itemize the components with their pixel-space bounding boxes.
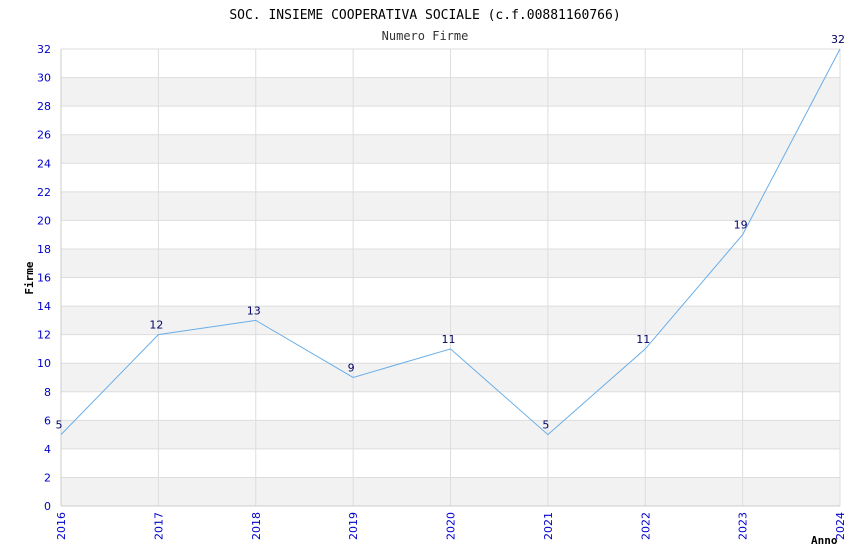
x-tick-label: 2018: [250, 512, 263, 540]
y-tick-label: 24: [37, 157, 51, 170]
x-tick-label: 2019: [347, 512, 360, 540]
x-tick-label: 2022: [639, 512, 652, 540]
y-tick-label: 32: [37, 43, 51, 56]
data-label: 13: [247, 304, 261, 317]
y-tick-label: 12: [37, 329, 51, 342]
y-axis-ticks: 02468101214161820222426283032: [37, 43, 51, 513]
x-tick-label: 2021: [542, 512, 555, 540]
data-label: 11: [442, 333, 456, 346]
data-label: 32: [831, 33, 845, 46]
y-tick-label: 22: [37, 186, 51, 199]
y-tick-label: 6: [44, 414, 51, 427]
y-tick-label: 16: [37, 272, 51, 285]
y-tick-label: 14: [37, 300, 51, 313]
y-axis-label: Firme: [23, 261, 36, 294]
y-tick-label: 20: [37, 214, 51, 227]
data-label: 12: [149, 319, 163, 332]
y-tick-label: 8: [44, 386, 51, 399]
data-label: 9: [348, 361, 355, 374]
x-axis-ticks: 2016 2017 2018 2019 2020 2021 2022 2023 2024: [55, 512, 847, 540]
line-chart: 02468101214161820222426283032 2016 2017 20…: [23, 8, 847, 547]
x-tick-label: 2016: [55, 512, 68, 540]
y-tick-label: 4: [44, 443, 51, 456]
y-tick-label: 26: [37, 129, 51, 142]
y-tick-label: 10: [37, 357, 51, 370]
x-tick-label: 2017: [152, 512, 165, 540]
x-tick-label: 2020: [445, 512, 458, 540]
chart-title: SOC. INSIEME COOPERATIVA SOCIALE (c.f.00…: [229, 8, 620, 23]
y-tick-label: 30: [37, 72, 51, 85]
data-label: 5: [56, 419, 63, 432]
data-label: 19: [734, 219, 748, 232]
y-tick-label: 2: [44, 471, 51, 484]
y-tick-label: 28: [37, 100, 51, 113]
x-tick-label: 2023: [737, 512, 750, 540]
data-label: 5: [542, 419, 549, 432]
chart-subtitle: Numero Firme: [382, 29, 469, 43]
y-tick-label: 18: [37, 243, 51, 256]
x-axis-label: Anno: [811, 534, 838, 547]
data-label: 11: [636, 333, 650, 346]
y-tick-label: 0: [44, 500, 51, 513]
